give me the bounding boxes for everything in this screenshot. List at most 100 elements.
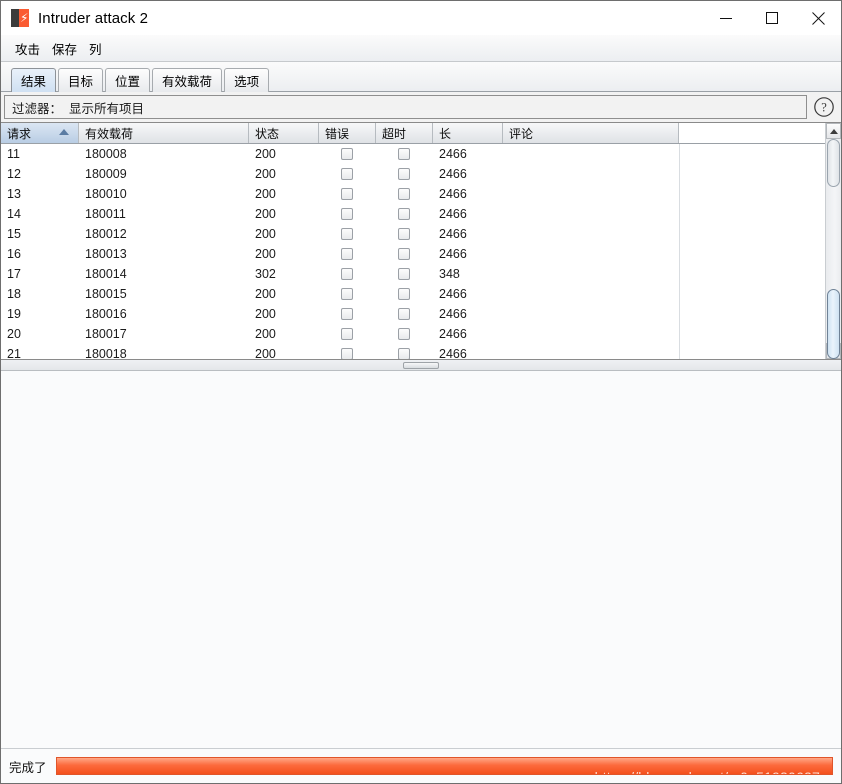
- column-header-timeout[interactable]: 超时: [376, 123, 433, 143]
- cell-timeout: [376, 324, 433, 344]
- cell-request: 16: [7, 247, 21, 261]
- error-checkbox[interactable]: [341, 168, 353, 180]
- window-controls: [703, 1, 841, 35]
- column-header-comment[interactable]: 评论: [503, 123, 679, 143]
- column-header-length[interactable]: 长: [433, 123, 503, 143]
- cell-filler: [679, 324, 825, 344]
- timeout-checkbox[interactable]: [398, 268, 410, 280]
- table-header-row: 请求 有效载荷 状态 错误 超时 长 评论: [1, 123, 825, 144]
- cell-length: 348: [439, 267, 460, 281]
- timeout-checkbox[interactable]: [398, 148, 410, 160]
- cell-status: 200: [255, 207, 276, 221]
- menu-item-columns[interactable]: 列: [83, 37, 108, 60]
- column-header-filler: [679, 123, 825, 143]
- error-checkbox[interactable]: [341, 188, 353, 200]
- timeout-checkbox[interactable]: [398, 208, 410, 220]
- column-header-error[interactable]: 错误: [319, 123, 376, 143]
- error-checkbox[interactable]: [341, 148, 353, 160]
- cell-payload: 180017: [85, 327, 127, 341]
- cell-payload: 180018: [85, 347, 127, 359]
- cell-error: [319, 204, 376, 224]
- error-checkbox[interactable]: [341, 208, 353, 220]
- cell-timeout: [376, 204, 433, 224]
- timeout-checkbox[interactable]: [398, 168, 410, 180]
- timeout-checkbox[interactable]: [398, 248, 410, 260]
- vertical-scroll-track[interactable]: [826, 139, 841, 359]
- cell-filler: [679, 184, 825, 204]
- cell-comment: [503, 244, 679, 264]
- vertical-scrollbar[interactable]: [825, 123, 841, 359]
- burp-suite-icon: ⚡: [11, 9, 29, 27]
- cell-comment: [503, 344, 679, 359]
- cell-comment: [503, 224, 679, 244]
- tab-options[interactable]: 选项: [224, 68, 270, 92]
- cell-length: 2466: [439, 207, 467, 221]
- cell-request: 12: [7, 167, 21, 181]
- cell-length: 2466: [439, 227, 467, 241]
- table-row[interactable]: 13 180010 200 2466: [1, 184, 825, 204]
- timeout-checkbox[interactable]: [398, 288, 410, 300]
- window-title: Intruder attack 2: [38, 9, 149, 27]
- cell-timeout: [376, 264, 433, 284]
- cell-error: [319, 344, 376, 359]
- error-checkbox[interactable]: [341, 308, 353, 320]
- table-row[interactable]: 19 180016 200 2466: [1, 304, 825, 324]
- error-checkbox[interactable]: [341, 288, 353, 300]
- cell-timeout: [376, 144, 433, 164]
- minimize-icon[interactable]: [703, 1, 749, 35]
- column-header-payload[interactable]: 有效载荷: [79, 123, 249, 143]
- status-bar: 完成了 https://blog.csdn.net/m0_51920627: [1, 749, 841, 783]
- cell-length: 2466: [439, 327, 467, 341]
- panel-splitter[interactable]: [1, 360, 841, 371]
- column-header-request[interactable]: 请求: [1, 123, 79, 143]
- cell-request: 19: [7, 307, 21, 321]
- timeout-checkbox[interactable]: [398, 188, 410, 200]
- cell-length: 2466: [439, 347, 467, 359]
- error-checkbox[interactable]: [341, 328, 353, 340]
- splitter-grip-handle[interactable]: [403, 361, 439, 369]
- tab-results[interactable]: 结果: [11, 68, 57, 92]
- cell-payload: 180014: [85, 267, 127, 281]
- attack-progress-fill: [56, 758, 832, 774]
- cell-timeout: [376, 344, 433, 359]
- table-row[interactable]: 18 180015 200 2466: [1, 284, 825, 304]
- error-checkbox[interactable]: [341, 228, 353, 240]
- svg-text:?: ?: [821, 100, 827, 114]
- table-row[interactable]: 16 180013 200 2466: [1, 244, 825, 264]
- table-row[interactable]: 11 180008 200 2466: [1, 144, 825, 164]
- tab-target[interactable]: 目标: [58, 68, 104, 92]
- cell-comment: [503, 284, 679, 304]
- error-checkbox[interactable]: [341, 348, 353, 359]
- message-viewer-area: [1, 371, 841, 749]
- scroll-up-arrow-icon[interactable]: [826, 123, 841, 139]
- maximize-icon[interactable]: [749, 1, 795, 35]
- filter-bar[interactable]: 过滤器： 显示所有项目: [4, 95, 807, 119]
- table-row[interactable]: 15 180012 200 2466: [1, 224, 825, 244]
- table-row[interactable]: 21 180018 200 2466: [1, 344, 825, 359]
- close-icon[interactable]: [795, 1, 841, 35]
- table-row[interactable]: 20 180017 200 2466: [1, 324, 825, 344]
- cell-request: 14: [7, 207, 21, 221]
- tab-positions[interactable]: 位置: [105, 68, 151, 92]
- vertical-scroll-thumb[interactable]: [827, 289, 840, 359]
- column-header-status[interactable]: 状态: [249, 123, 319, 143]
- cell-payload: 180008: [85, 147, 127, 161]
- cell-payload: 180011: [85, 207, 126, 221]
- table-row[interactable]: 12 180009 200 2466: [1, 164, 825, 184]
- menu-item-attack[interactable]: 攻击: [9, 37, 46, 60]
- cell-filler: [679, 204, 825, 224]
- timeout-checkbox[interactable]: [398, 228, 410, 240]
- cell-timeout: [376, 184, 433, 204]
- menu-item-save[interactable]: 保存: [46, 37, 83, 60]
- tab-payloads[interactable]: 有效载荷: [152, 68, 223, 92]
- table-row[interactable]: 17 180014 302 348: [1, 264, 825, 284]
- table-row[interactable]: 14 180011 200 2466: [1, 204, 825, 224]
- cell-request: 17: [7, 267, 21, 281]
- cell-length: 2466: [439, 167, 467, 181]
- timeout-checkbox[interactable]: [398, 308, 410, 320]
- timeout-checkbox[interactable]: [398, 328, 410, 340]
- error-checkbox[interactable]: [341, 268, 353, 280]
- help-question-icon[interactable]: ?: [812, 95, 836, 119]
- timeout-checkbox[interactable]: [398, 348, 410, 359]
- error-checkbox[interactable]: [341, 248, 353, 260]
